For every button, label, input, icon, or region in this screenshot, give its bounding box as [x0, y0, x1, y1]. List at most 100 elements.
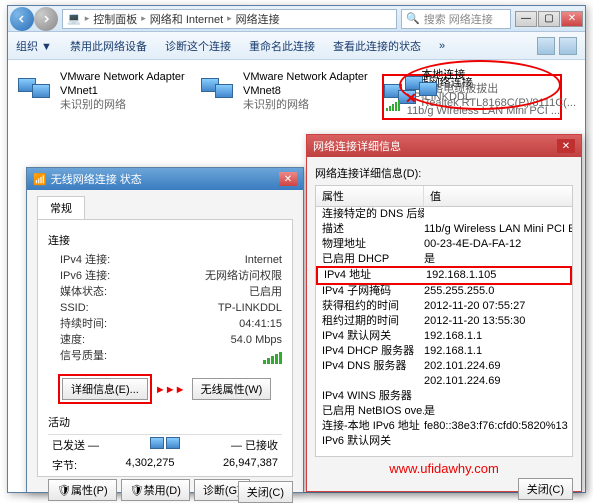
status-title: 无线网络连接 状态 — [51, 171, 142, 187]
ipv6-value: 无网络访问权限 — [205, 268, 282, 284]
close-button[interactable]: ✕ — [557, 139, 575, 153]
row-value — [424, 389, 572, 404]
details-button[interactable]: 详细信息(E)... — [62, 378, 148, 400]
row-value — [424, 207, 572, 222]
table-row[interactable]: 已启用 DHCP是 — [316, 252, 572, 267]
table-rows: 连接特定的 DNS 后缀描述11b/g Wireless LAN Mini PC… — [316, 207, 572, 449]
search-input[interactable]: 🔍 搜索 网络连接 — [401, 9, 511, 29]
duration-value: 04:41:15 — [239, 316, 282, 332]
media-label: 媒体状态: — [60, 284, 107, 300]
breadcrumb-icon: 💻 — [67, 12, 81, 25]
chevron-icon: ▸ — [141, 13, 146, 24]
adapter-vmnet8[interactable]: VMware Network Adapter VMnet8 未识别的网络 — [199, 68, 374, 120]
table-row[interactable]: 已启用 NetBIOS ove...是 — [316, 404, 572, 419]
diagnose-button[interactable]: 诊断这个连接 — [165, 38, 231, 54]
search-placeholder: 搜索 网络连接 — [424, 11, 493, 27]
toolbar-right — [537, 37, 577, 55]
table-row[interactable]: 获得租约的时间2012-11-20 07:55:27 — [316, 299, 572, 314]
table-row[interactable]: 连接特定的 DNS 后缀 — [316, 207, 572, 222]
table-row[interactable]: IPv4 DHCP 服务器192.168.1.1 — [316, 344, 572, 359]
row-value: 202.101.224.69 — [424, 359, 572, 374]
more-button[interactable]: » — [439, 40, 445, 52]
speed-value: 54.0 Mbps — [231, 332, 282, 348]
forward-button[interactable] — [34, 7, 58, 31]
row-property: 已启用 NetBIOS ove... — [316, 404, 424, 419]
disable-button[interactable]: 🛡禁用(D) — [121, 479, 190, 501]
table-row[interactable]: IPv4 地址192.168.1.105 — [316, 266, 572, 285]
table-row[interactable]: 物理地址00-23-4E-DA-FA-12 — [316, 237, 572, 252]
wireless-properties-button[interactable]: 无线属性(W) — [192, 378, 272, 400]
row-value: 是 — [424, 252, 572, 267]
close-button[interactable]: ✕ — [279, 172, 297, 186]
breadcrumb-network-internet[interactable]: 网络和 Internet — [150, 11, 223, 27]
table-row[interactable]: 202.101.224.69 — [316, 374, 572, 389]
annotation-arrow: ►►► — [155, 384, 185, 396]
adapter-local[interactable]: ✕ 本地连接 网络电缆被拔出 Realtek RTL8168C(P)/8111C… — [403, 66, 578, 112]
adapter-info: VMware Network Adapter VMnet8 未识别的网络 — [243, 70, 372, 118]
nav-buttons — [10, 7, 58, 31]
properties-button[interactable]: 🛡属性(P) — [48, 479, 117, 501]
window-controls: — ▢ ✕ — [515, 11, 583, 27]
rename-button[interactable]: 重命名此连接 — [249, 38, 315, 54]
adapter-status: 未识别的网络 — [60, 98, 189, 112]
disconnected-icon: ✕ — [405, 90, 417, 107]
status-body: 常规 连接 IPv4 连接:Internet IPv6 连接:无网络访问权限 媒… — [27, 190, 303, 492]
table-row[interactable]: IPv4 默认网关192.168.1.1 — [316, 329, 572, 344]
breadcrumb-control-panel[interactable]: 控制面板 — [93, 11, 137, 27]
adapter-name: 本地连接 — [421, 68, 576, 82]
activity-icon — [150, 437, 180, 453]
close-button[interactable]: 关闭(C) — [518, 478, 573, 500]
maximize-button[interactable]: ▢ — [538, 11, 560, 27]
detail-body: 网络连接详细信息(D): 属性 值 连接特定的 DNS 后缀描述11b/g Wi… — [307, 157, 581, 491]
row-property: IPv4 默认网关 — [316, 329, 424, 344]
sent-label: 已发送 — — [52, 437, 99, 453]
disable-device-button[interactable]: 禁用此网络设备 — [70, 38, 147, 54]
row-value: fe80::38e3:f76:cfd0:5820%13 — [424, 419, 572, 434]
table-row[interactable]: IPv4 WINS 服务器 — [316, 389, 572, 404]
row-value: 202.101.224.69 — [424, 374, 572, 389]
bytes-label: 字节: — [52, 457, 77, 473]
table-row[interactable]: 连接-本地 IPv6 地址fe80::38e3:f76:cfd0:5820%13 — [316, 419, 572, 434]
ipv4-value: Internet — [245, 252, 282, 268]
search-icon: 🔍 — [406, 12, 420, 25]
connection-section: 连接 — [48, 232, 282, 248]
row-property: IPv6 默认网关 — [316, 434, 424, 449]
close-button[interactable]: ✕ — [561, 11, 583, 27]
ssid-value: TP-LINKDDL — [218, 300, 282, 316]
row-value — [424, 434, 572, 449]
chevron-icon: ▸ — [85, 13, 90, 24]
table-row[interactable]: IPv4 DNS 服务器202.101.224.69 — [316, 359, 572, 374]
row-property: IPv4 地址 — [318, 268, 426, 283]
row-property: 租约过期的时间 — [316, 314, 424, 329]
table-row[interactable]: IPv4 子网掩码255.255.255.0 — [316, 284, 572, 299]
toolbar: 组织 ▼ 禁用此网络设备 诊断这个连接 重命名此连接 查看此连接的状态 » — [8, 32, 585, 60]
back-button[interactable] — [10, 7, 34, 31]
table-row[interactable]: 描述11b/g Wireless LAN Mini PCI Ex — [316, 222, 572, 237]
adapter-info: VMware Network Adapter VMnet1 未识别的网络 — [60, 70, 189, 118]
view-icon[interactable] — [537, 37, 555, 55]
row-value: 是 — [424, 404, 572, 419]
signal-icon: 📶 — [33, 173, 47, 186]
chevron-icon: ▸ — [227, 13, 232, 24]
table-row[interactable]: IPv6 默认网关 — [316, 434, 572, 449]
view-status-button[interactable]: 查看此连接的状态 — [333, 38, 421, 54]
row-property: 连接-本地 IPv6 地址 — [316, 419, 424, 434]
row-property: 描述 — [316, 222, 424, 237]
speed-label: 速度: — [60, 332, 85, 348]
breadcrumb[interactable]: 💻 ▸ 控制面板 ▸ 网络和 Internet ▸ 网络连接 — [62, 9, 397, 29]
minimize-button[interactable]: — — [515, 11, 537, 27]
adapter-icon: ✕ — [405, 68, 415, 104]
connection-details-window: 网络连接详细信息 ✕ 网络连接详细信息(D): 属性 值 连接特定的 DNS 后… — [306, 134, 582, 492]
tab-general[interactable]: 常规 — [37, 196, 85, 219]
adapter-device: Realtek RTL8168C(P)/8111C(... — [421, 96, 576, 110]
breadcrumb-network-connections[interactable]: 网络连接 — [236, 11, 280, 27]
adapter-name: VMware Network Adapter VMnet8 — [243, 70, 372, 98]
organize-menu[interactable]: 组织 ▼ — [16, 38, 52, 54]
row-value: 00-23-4E-DA-FA-12 — [424, 237, 572, 252]
signal-label: 信号质量: — [60, 348, 107, 364]
help-icon[interactable] — [559, 37, 577, 55]
table-row[interactable]: 租约过期的时间2012-11-20 13:55:30 — [316, 314, 572, 329]
header-property: 属性 — [316, 186, 424, 206]
adapter-vmnet1[interactable]: VMware Network Adapter VMnet1 未识别的网络 — [16, 68, 191, 120]
row-value: 192.168.1.105 — [426, 268, 570, 283]
